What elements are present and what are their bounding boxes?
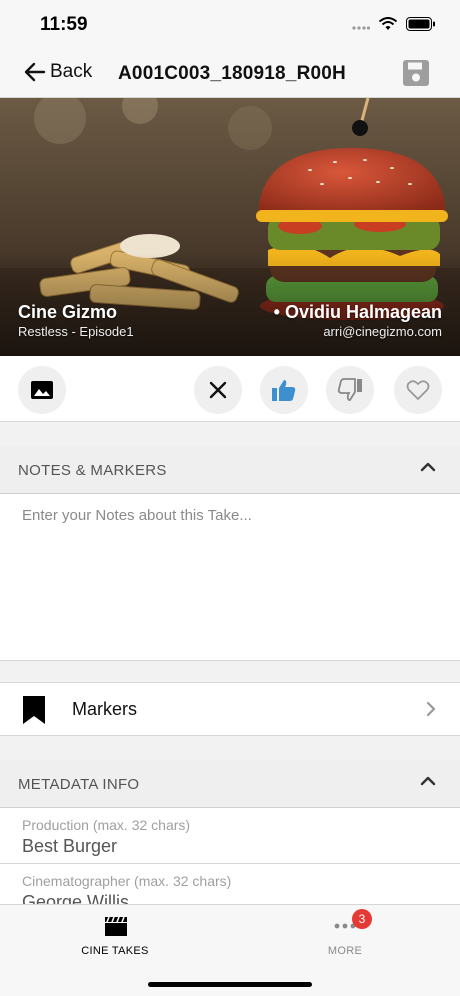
notes-field[interactable]: Enter your Notes about this Take...	[0, 494, 460, 661]
back-label: Back	[50, 61, 93, 82]
signal-icon	[352, 26, 370, 30]
back-arrow-icon	[24, 62, 46, 82]
tab-more[interactable]: MORE	[230, 905, 460, 965]
reject-button[interactable]	[194, 366, 242, 414]
bookmark-icon	[23, 696, 45, 724]
tab-cine-takes-label: CINE TAKES	[81, 945, 149, 957]
metadata-section-title: METADATA INFO	[18, 776, 140, 793]
episode-label: Restless - Episode1	[18, 324, 134, 339]
cinematographer-label: Cinematographer (max. 32 chars)	[22, 873, 232, 889]
chevron-up-icon	[420, 462, 436, 472]
take-detail-screen: 11:59 Back A001C003_180918_R00H Cine Giz…	[0, 0, 460, 996]
production-label: Production (max. 32 chars)	[22, 817, 191, 833]
notes-placeholder: Enter your Notes about this Take...	[22, 507, 252, 524]
production-value: Best Burger	[22, 836, 118, 856]
status-icons	[352, 17, 436, 31]
chevron-up-icon	[420, 776, 436, 786]
take-thumbnail: Cine Gizmo Restless - Episode1 • Ovidiu …	[0, 98, 460, 356]
metadata-section-header[interactable]: METADATA INFO	[0, 760, 460, 808]
battery-icon	[406, 17, 435, 31]
notes-section-header[interactable]: NOTES & MARKERS	[0, 446, 460, 494]
heart-icon	[406, 380, 430, 401]
navigation-bar: Back A001C003_180918_R00H	[0, 50, 460, 98]
tab-more-label: MORE	[327, 945, 363, 957]
status-time: 11:59	[40, 14, 88, 35]
project-name: Cine Gizmo	[18, 302, 118, 322]
operator-email: arri@cinegizmo.com	[323, 324, 442, 339]
thumbs-up-icon	[272, 380, 296, 401]
production-field[interactable]: Production (max. 32 chars) Best Burger	[0, 808, 460, 864]
wifi-icon	[378, 17, 398, 30]
favorite-button[interactable]	[394, 366, 442, 414]
back-button[interactable]: Back	[24, 61, 92, 83]
status-bar: 11:59	[0, 0, 460, 50]
notes-section-title: NOTES & MARKERS	[18, 462, 167, 479]
chevron-right-icon	[426, 701, 436, 717]
tab-cine-takes[interactable]: CINE TAKES	[0, 905, 230, 965]
markers-label: Markers	[72, 699, 138, 719]
home-indicator	[148, 982, 312, 987]
image-button[interactable]	[18, 366, 66, 414]
markers-row[interactable]: Markers	[0, 682, 460, 736]
close-icon	[209, 381, 227, 399]
thumbs-up-button[interactable]	[260, 366, 308, 414]
page-title: A001C003_180918_R00H	[118, 63, 346, 84]
notification-badge: 3	[352, 909, 372, 929]
operator-name: • Ovidiu Halmagean	[273, 302, 442, 322]
thumbs-down-button[interactable]	[326, 366, 374, 414]
image-icon	[31, 381, 53, 399]
save-icon[interactable]	[402, 59, 430, 87]
take-actions	[0, 356, 460, 422]
clapperboard-icon	[105, 916, 127, 936]
thumbs-down-icon	[337, 378, 362, 401]
